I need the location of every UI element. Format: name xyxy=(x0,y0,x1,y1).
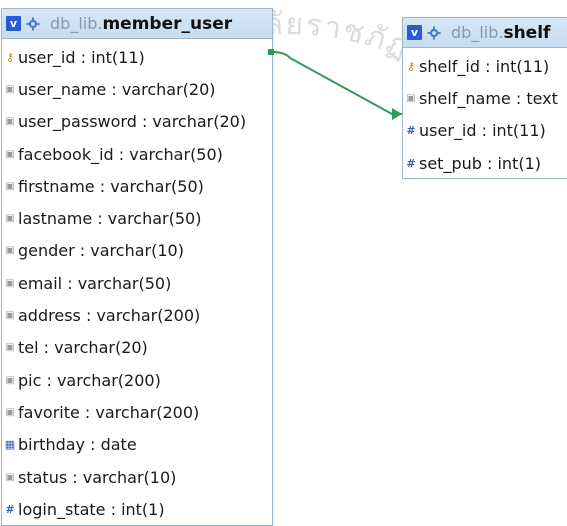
database-name: db_lib xyxy=(50,14,98,33)
column-row[interactable]: ▣ lastname : varchar(50) xyxy=(2,202,272,234)
column-row[interactable]: ▣ facebook_id : varchar(50) xyxy=(2,138,272,170)
column-label: gender : varchar(10) xyxy=(18,241,184,261)
column-icon: ▣ xyxy=(5,213,15,225)
number-icon: # xyxy=(406,124,416,138)
column-row[interactable]: ▣ firstname : varchar(50) xyxy=(2,170,272,202)
table-name: shelf xyxy=(503,22,551,43)
gear-icon[interactable] xyxy=(427,26,441,40)
primary-key-icon: ⚷ xyxy=(5,50,15,64)
column-icon: ▣ xyxy=(5,148,15,160)
column-label: shelf_name : text xyxy=(419,88,558,108)
column-icon: ▣ xyxy=(5,83,15,95)
column-icon: ▣ xyxy=(5,406,15,418)
table-header[interactable]: v db_lib. member_user xyxy=(2,9,272,39)
column-row[interactable]: ▣ shelf_name : text xyxy=(403,82,567,114)
column-label: birthday : date xyxy=(18,435,137,455)
column-icon: ▣ xyxy=(5,116,15,128)
column-row[interactable]: ▣ user_password : varchar(20) xyxy=(2,106,272,138)
column-label: facebook_id : varchar(50) xyxy=(18,144,223,164)
column-list: ⚷ user_id : int(11) ▣ user_name : varchar(2… xyxy=(2,39,272,525)
column-label: favorite : varchar(200) xyxy=(18,402,200,422)
column-icon: ▣ xyxy=(5,342,15,354)
column-row[interactable]: ▣ tel : varchar(20) xyxy=(2,332,272,364)
column-row[interactable]: ⚷ user_id : int(11) xyxy=(2,41,272,73)
column-label: user_id : int(11) xyxy=(419,121,546,141)
relation-connector xyxy=(271,51,402,115)
number-icon: # xyxy=(406,156,416,170)
column-row[interactable]: ⚷ shelf_id : int(11) xyxy=(403,50,567,82)
column-row[interactable]: ▣ favorite : varchar(200) xyxy=(2,396,272,428)
column-icon: ▣ xyxy=(5,374,15,386)
table-member-user[interactable]: v db_lib. member_user ⚷ user_id : int(11) ▣… xyxy=(1,8,273,526)
column-label: user_password : varchar(20) xyxy=(18,112,247,132)
column-label: login_state : int(1) xyxy=(18,499,165,519)
column-row[interactable]: # login_state : int(1) xyxy=(2,493,272,525)
column-label: status : varchar(10) xyxy=(18,467,177,487)
primary-key-icon: ⚷ xyxy=(406,59,416,73)
table-header[interactable]: v db_lib. shelf xyxy=(403,18,567,48)
column-label: lastname : varchar(50) xyxy=(18,209,202,229)
column-label: pic : varchar(200) xyxy=(18,370,161,390)
database-name: db_lib xyxy=(451,23,499,42)
table-name: member_user xyxy=(102,13,233,34)
column-row[interactable]: ▣ status : varchar(10) xyxy=(2,461,272,493)
column-label: tel : varchar(20) xyxy=(18,338,148,358)
column-label: shelf_id : int(11) xyxy=(419,56,550,76)
column-row[interactable]: ▣ gender : varchar(10) xyxy=(2,235,272,267)
column-row[interactable]: ▣ user_name : varchar(20) xyxy=(2,73,272,105)
column-icon: ▣ xyxy=(5,180,15,192)
column-row[interactable]: ▦ birthday : date xyxy=(2,429,272,461)
date-icon: ▦ xyxy=(4,438,16,452)
column-label: email : varchar(50) xyxy=(18,273,172,293)
column-list: ⚷ shelf_id : int(11) ▣ shelf_name : text # us… xyxy=(403,48,567,179)
column-icon: ▣ xyxy=(5,471,15,483)
table-shelf[interactable]: v db_lib. shelf ⚷ shelf_id : int(11) ▣ shelf… xyxy=(402,17,567,179)
column-label: firstname : varchar(50) xyxy=(18,176,204,196)
column-label: user_name : varchar(20) xyxy=(18,79,216,99)
column-label: set_pub : int(1) xyxy=(419,153,541,173)
column-label: address : varchar(200) xyxy=(18,306,201,326)
number-icon: # xyxy=(5,502,15,516)
relation-end-marker xyxy=(392,108,402,120)
column-row[interactable]: # set_pub : int(1) xyxy=(403,147,567,179)
column-icon: ▣ xyxy=(5,277,15,289)
column-icon: ▣ xyxy=(5,310,15,322)
column-row[interactable]: ▣ address : varchar(200) xyxy=(2,299,272,331)
column-label: user_id : int(11) xyxy=(18,47,145,67)
column-row[interactable]: ▣ email : varchar(50) xyxy=(2,267,272,299)
view-toggle-icon[interactable]: v xyxy=(6,16,21,31)
view-toggle-icon[interactable]: v xyxy=(407,25,422,40)
column-row[interactable]: ▣ pic : varchar(200) xyxy=(2,364,272,396)
gear-icon[interactable] xyxy=(26,17,40,31)
column-row[interactable]: # user_id : int(11) xyxy=(403,115,567,147)
column-icon: ▣ xyxy=(5,245,15,257)
column-icon: ▣ xyxy=(406,92,416,104)
